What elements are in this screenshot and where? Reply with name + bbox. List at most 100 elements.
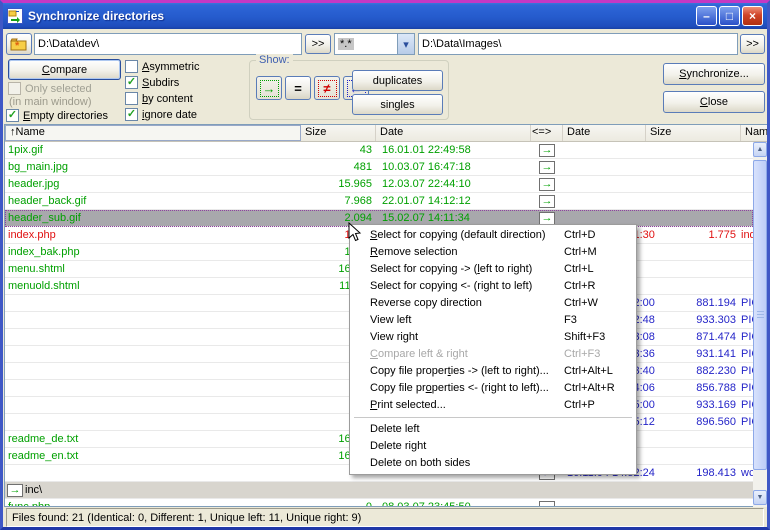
context-menu-item[interactable]: Delete right bbox=[352, 438, 634, 455]
empty-directories-checkbox[interactable]: Empty directories bbox=[6, 109, 108, 122]
close-button[interactable]: Close bbox=[663, 91, 765, 113]
file-size-right bbox=[646, 159, 741, 175]
vertical-scrollbar[interactable]: ▲ ▼ bbox=[753, 142, 767, 507]
folder-star-icon: * bbox=[10, 37, 28, 51]
duplicates-button[interactable]: duplicates bbox=[352, 70, 443, 91]
scrollbar-thumb[interactable] bbox=[753, 160, 767, 470]
show-copy-right-button[interactable]: → bbox=[256, 76, 282, 100]
context-menu-item[interactable]: View rightShift+F3 bbox=[352, 329, 634, 346]
copy-right-arrow-icon[interactable]: → bbox=[539, 178, 555, 191]
scroll-up-button[interactable]: ▲ bbox=[753, 142, 767, 157]
directory-header-row[interactable]: →inc\ bbox=[5, 482, 753, 499]
file-size-right: 933.303 bbox=[646, 312, 741, 328]
file-date-right bbox=[563, 193, 646, 209]
context-menu-item[interactable]: Reverse copy directionCtrl+W bbox=[352, 295, 634, 312]
asymmetric-checkbox[interactable]: Asymmetric bbox=[125, 60, 199, 73]
copy-right-arrow-icon[interactable]: → bbox=[539, 501, 555, 507]
titlebar[interactable]: Synchronize directories – □ × bbox=[3, 3, 767, 29]
ignore-date-checkbox[interactable]: ignore date bbox=[125, 108, 197, 121]
copy-right-arrow-icon[interactable]: → bbox=[7, 484, 23, 497]
file-date-right bbox=[563, 176, 646, 192]
file-name-right bbox=[741, 193, 753, 209]
compare-button[interactable]: Compare bbox=[8, 59, 121, 80]
file-name-left: header_sub.gif bbox=[5, 210, 301, 226]
context-menu-item[interactable]: Print selected...Ctrl+P bbox=[352, 397, 634, 414]
left-expand-button[interactable]: >> bbox=[305, 34, 331, 54]
menu-item-shortcut: Shift+F3 bbox=[564, 329, 605, 346]
scroll-down-button[interactable]: ▼ bbox=[753, 490, 767, 505]
mouse-cursor bbox=[348, 222, 362, 243]
file-name-left bbox=[5, 363, 301, 379]
file-row[interactable]: header.jpg15.96512.03.07 22:44:10→ bbox=[5, 176, 753, 193]
menu-item-label: Select for copying -> (left to right) bbox=[370, 263, 532, 275]
file-name-left: header_back.gif bbox=[5, 193, 301, 209]
menu-item-label: Select for copying (default direction) bbox=[370, 229, 546, 241]
header-name-right[interactable]: Name bbox=[741, 125, 767, 141]
minimize-button[interactable]: – bbox=[696, 6, 717, 26]
file-size-left: 0 bbox=[301, 499, 376, 506]
menu-item-label: View left bbox=[370, 314, 411, 326]
checkbox-box bbox=[125, 76, 138, 89]
show-not-equal-icon: ≠ bbox=[318, 80, 337, 97]
context-menu-item[interactable]: Select for copying -> (left to right)Ctr… bbox=[352, 261, 634, 278]
file-date-left: 10.03.07 16:47:18 bbox=[376, 159, 531, 175]
menu-item-shortcut: Ctrl+Alt+L bbox=[564, 363, 613, 380]
context-menu-item[interactable]: Copy file properties -> (left to right).… bbox=[352, 363, 634, 380]
left-path-input[interactable] bbox=[34, 33, 302, 55]
checkbox-box bbox=[125, 60, 138, 73]
close-window-button[interactable]: × bbox=[742, 6, 763, 26]
file-name-right bbox=[741, 244, 753, 260]
context-menu-item[interactable]: View leftF3 bbox=[352, 312, 634, 329]
file-row[interactable]: func.php008.03.07 23:45:50→ bbox=[5, 499, 753, 506]
context-menu-item[interactable]: Delete left bbox=[352, 421, 634, 438]
header-date-right[interactable]: Date bbox=[563, 125, 646, 141]
status-text: Files found: 21 (Identical: 0, Different… bbox=[12, 512, 361, 524]
file-date-left: 22.01.07 14:12:12 bbox=[376, 193, 531, 209]
right-path-input[interactable] bbox=[418, 33, 738, 55]
copy-right-arrow-icon[interactable]: → bbox=[539, 161, 555, 174]
context-menu-item[interactable]: Select for copying (default direction)Ct… bbox=[352, 227, 634, 244]
file-row[interactable]: header_back.gif7.96822.01.07 14:12:12→ bbox=[5, 193, 753, 210]
copy-right-arrow-icon[interactable]: → bbox=[539, 212, 555, 225]
file-date-left: 12.03.07 22:44:10 bbox=[376, 176, 531, 192]
file-name-right: PICT0845.JPG bbox=[741, 363, 753, 379]
right-expand-button[interactable]: >> bbox=[740, 34, 765, 54]
only-selected-checkbox[interactable]: Only selected bbox=[8, 82, 92, 95]
copy-right-arrow-icon[interactable]: → bbox=[539, 195, 555, 208]
context-menu-item[interactable]: Select for copying <- (right to left)Ctr… bbox=[352, 278, 634, 295]
window-title: Synchronize directories bbox=[28, 9, 694, 23]
show-not-equal-button[interactable]: ≠ bbox=[314, 76, 340, 100]
header-name-left[interactable]: ↑Name bbox=[5, 125, 301, 141]
file-name-right: PICT0843.JPG bbox=[741, 329, 753, 345]
show-equal-icon: = bbox=[289, 80, 308, 97]
context-menu-item[interactable]: Copy file properties <- (right to left).… bbox=[352, 380, 634, 397]
header-size-right[interactable]: Size bbox=[646, 125, 741, 141]
singles-button[interactable]: singles bbox=[352, 94, 443, 115]
file-size-right: 1.775 bbox=[646, 227, 741, 243]
menu-item-label: Delete on both sides bbox=[370, 457, 470, 469]
context-menu: Select for copying (default direction) Ct… bbox=[349, 224, 637, 475]
list-header: ↑Name Size Date <=> Date Size Name bbox=[5, 125, 767, 142]
context-menu-item[interactable]: Delete on both sides bbox=[352, 455, 634, 472]
app-icon bbox=[7, 8, 23, 24]
header-date-left[interactable]: Date bbox=[376, 125, 531, 141]
file-size-right bbox=[646, 193, 741, 209]
synchronize-button[interactable]: Synchronize... bbox=[663, 63, 765, 85]
file-name-left bbox=[5, 465, 301, 481]
show-equal-button[interactable]: = bbox=[285, 76, 311, 100]
file-name-left: menuold.shtml bbox=[5, 278, 301, 294]
filter-combobox[interactable]: *.* ▾ bbox=[334, 33, 415, 55]
file-row[interactable]: 1pix.gif4316.01.01 22:49:58→ bbox=[5, 142, 753, 159]
context-menu-item[interactable]: Remove selectionCtrl+M bbox=[352, 244, 634, 261]
folder-select-button[interactable]: * bbox=[6, 33, 32, 55]
header-size-left[interactable]: Size bbox=[301, 125, 376, 141]
maximize-button[interactable]: □ bbox=[719, 6, 740, 26]
file-row[interactable]: bg_main.jpg48110.03.07 16:47:18→ bbox=[5, 159, 753, 176]
by-content-checkbox[interactable]: by content bbox=[125, 92, 193, 105]
file-name-left bbox=[5, 312, 301, 328]
subdirs-checkbox[interactable]: Subdirs bbox=[125, 76, 179, 89]
checkbox-box bbox=[6, 109, 19, 122]
chevron-down-icon[interactable]: ▾ bbox=[397, 34, 414, 54]
copy-right-arrow-icon[interactable]: → bbox=[539, 144, 555, 157]
header-direction[interactable]: <=> bbox=[531, 125, 563, 141]
